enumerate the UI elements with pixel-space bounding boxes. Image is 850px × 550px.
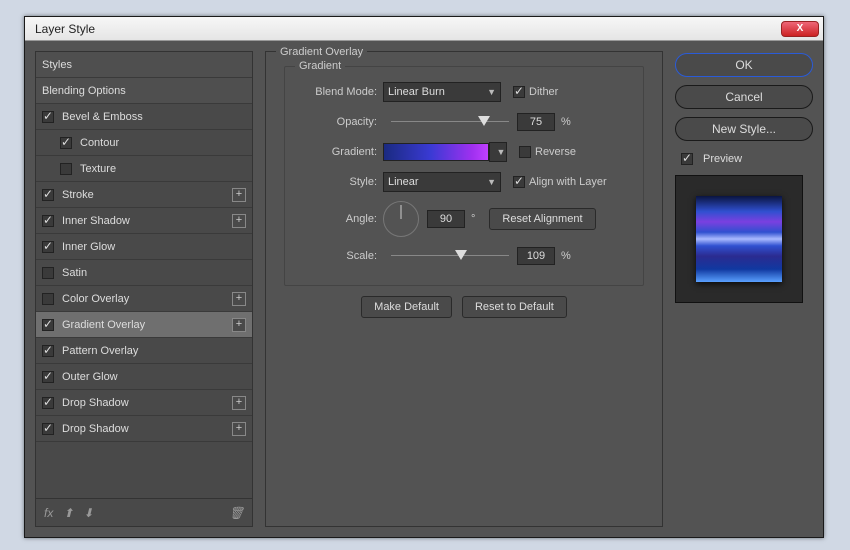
ok-button[interactable]: OK xyxy=(675,53,813,77)
style-checkbox[interactable] xyxy=(42,345,54,357)
chevron-down-icon: ▼ xyxy=(487,177,496,187)
style-item-outer-glow[interactable]: Outer Glow xyxy=(36,364,252,390)
style-item-blending-options[interactable]: Blending Options xyxy=(36,78,252,104)
add-effect-icon[interactable]: + xyxy=(232,188,246,202)
add-effect-icon[interactable]: + xyxy=(232,292,246,306)
style-label: Style: xyxy=(297,176,377,188)
style-item-label: Contour xyxy=(80,137,119,149)
styles-list: Styles Blending Options Bevel & Emboss Cont… xyxy=(35,51,253,527)
style-item-label: Styles xyxy=(42,59,72,71)
layer-style-dialog: Layer Style X Styles Blending Options Beve… xyxy=(24,16,824,538)
add-effect-icon[interactable]: + xyxy=(232,422,246,436)
style-item-styles[interactable]: Styles xyxy=(36,52,252,78)
style-item-label: Inner Glow xyxy=(62,241,115,253)
blend-mode-label: Blend Mode: xyxy=(297,86,377,98)
style-checkbox[interactable] xyxy=(42,189,54,201)
style-checkbox[interactable] xyxy=(42,241,54,253)
angle-dial[interactable] xyxy=(383,201,419,237)
style-item-drop-shadow[interactable]: Drop Shadow + xyxy=(36,416,252,442)
style-item-stroke[interactable]: Stroke + xyxy=(36,182,252,208)
add-effect-icon[interactable]: + xyxy=(232,214,246,228)
angle-input[interactable] xyxy=(427,210,465,228)
reset-alignment-button[interactable]: Reset Alignment xyxy=(489,208,595,230)
align-label: Align with Layer xyxy=(529,176,607,188)
scale-slider[interactable] xyxy=(391,249,509,263)
style-item-inner-glow[interactable]: Inner Glow xyxy=(36,234,252,260)
style-checkbox[interactable] xyxy=(42,293,54,305)
style-item-inner-shadow[interactable]: Inner Shadow + xyxy=(36,208,252,234)
settings-panel: Gradient Overlay Gradient Blend Mode: Li… xyxy=(265,51,663,527)
close-button[interactable]: X xyxy=(781,21,819,37)
preview-checkbox[interactable] xyxy=(681,153,693,165)
style-item-label: Texture xyxy=(80,163,116,175)
gradient-picker-dropdown[interactable]: ▼ xyxy=(489,142,507,162)
preview-thumbnail xyxy=(675,175,803,303)
style-item-drop-shadow[interactable]: Drop Shadow + xyxy=(36,390,252,416)
style-item-label: Blending Options xyxy=(42,85,126,97)
trash-icon[interactable]: 🗑 xyxy=(229,506,244,520)
style-item-label: Color Overlay xyxy=(62,293,129,305)
style-item-label: Outer Glow xyxy=(62,371,118,383)
opacity-label: Opacity: xyxy=(297,116,377,128)
new-style-button[interactable]: New Style... xyxy=(675,117,813,141)
style-item-satin[interactable]: Satin xyxy=(36,260,252,286)
cancel-button[interactable]: Cancel xyxy=(675,85,813,109)
gradient-swatch[interactable] xyxy=(383,143,489,161)
style-item-label: Pattern Overlay xyxy=(62,345,138,357)
arrow-down-icon[interactable]: ⬇ xyxy=(83,506,93,520)
dither-checkbox[interactable] xyxy=(513,86,525,98)
style-checkbox[interactable] xyxy=(42,371,54,383)
style-item-label: Drop Shadow xyxy=(62,397,129,409)
style-item-label: Satin xyxy=(62,267,87,279)
window-title: Layer Style xyxy=(35,22,95,36)
gradient-group: Gradient Blend Mode: Linear Burn▼ Dither… xyxy=(284,66,644,286)
make-default-button[interactable]: Make Default xyxy=(361,296,452,318)
style-checkbox[interactable] xyxy=(42,267,54,279)
style-select[interactable]: Linear▼ xyxy=(383,172,501,192)
scale-input[interactable] xyxy=(517,247,555,265)
style-item-bevel-emboss[interactable]: Bevel & Emboss xyxy=(36,104,252,130)
arrow-up-icon[interactable]: ⬆ xyxy=(63,506,73,520)
section-title: Gradient Overlay xyxy=(276,46,367,58)
style-item-label: Bevel & Emboss xyxy=(62,111,143,123)
style-item-color-overlay[interactable]: Color Overlay + xyxy=(36,286,252,312)
right-panel: OK Cancel New Style... Preview xyxy=(675,51,813,527)
scale-label: Scale: xyxy=(297,250,377,262)
reverse-checkbox[interactable] xyxy=(519,146,531,158)
blend-mode-select[interactable]: Linear Burn▼ xyxy=(383,82,501,102)
fx-icon[interactable]: fx xyxy=(44,506,53,520)
titlebar: Layer Style X xyxy=(25,17,823,41)
style-item-texture[interactable]: Texture xyxy=(36,156,252,182)
styles-footer: fx ⬆ ⬇ 🗑 xyxy=(36,498,252,526)
preview-label: Preview xyxy=(703,153,742,165)
style-checkbox[interactable] xyxy=(42,319,54,331)
style-item-pattern-overlay[interactable]: Pattern Overlay xyxy=(36,338,252,364)
style-checkbox[interactable] xyxy=(42,423,54,435)
style-item-label: Stroke xyxy=(62,189,94,201)
style-checkbox[interactable] xyxy=(60,163,72,175)
style-checkbox[interactable] xyxy=(42,397,54,409)
reverse-label: Reverse xyxy=(535,146,576,158)
group-title: Gradient xyxy=(295,60,345,72)
angle-label: Angle: xyxy=(297,213,377,225)
add-effect-icon[interactable]: + xyxy=(232,318,246,332)
style-item-label: Inner Shadow xyxy=(62,215,130,227)
dither-label: Dither xyxy=(529,86,558,98)
opacity-slider[interactable] xyxy=(391,115,509,129)
opacity-input[interactable] xyxy=(517,113,555,131)
style-checkbox[interactable] xyxy=(42,215,54,227)
chevron-down-icon: ▼ xyxy=(497,147,506,157)
gradient-label: Gradient: xyxy=(297,146,377,158)
preview-image xyxy=(696,196,782,282)
style-item-gradient-overlay[interactable]: Gradient Overlay + xyxy=(36,312,252,338)
style-checkbox[interactable] xyxy=(42,111,54,123)
align-checkbox[interactable] xyxy=(513,176,525,188)
style-item-contour[interactable]: Contour xyxy=(36,130,252,156)
style-item-label: Drop Shadow xyxy=(62,423,129,435)
style-item-label: Gradient Overlay xyxy=(62,319,145,331)
reset-default-button[interactable]: Reset to Default xyxy=(462,296,567,318)
chevron-down-icon: ▼ xyxy=(487,87,496,97)
add-effect-icon[interactable]: + xyxy=(232,396,246,410)
style-checkbox[interactable] xyxy=(60,137,72,149)
